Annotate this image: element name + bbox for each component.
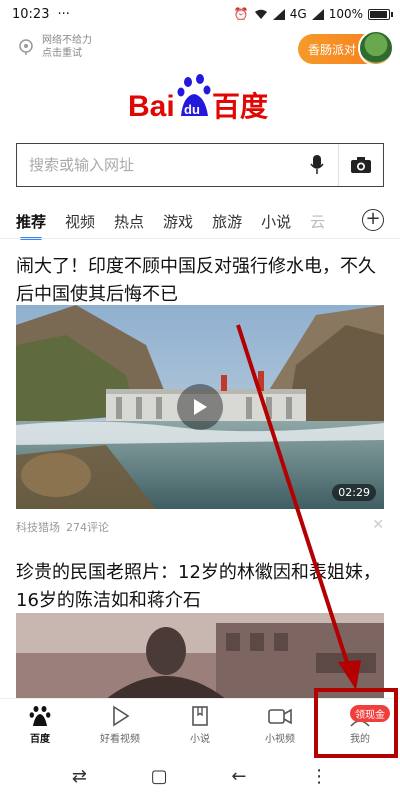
tab-travel[interactable]: 旅游 — [212, 211, 242, 232]
logo-du: du — [184, 102, 200, 117]
image-search-button[interactable] — [339, 144, 383, 186]
baidu-logo: Bai du 百度 — [128, 74, 268, 123]
network-warning-line2: 点击重试 — [42, 48, 82, 59]
menu-icon[interactable]: ⋮ — [310, 766, 328, 787]
battery-icon — [368, 8, 393, 20]
video-duration: 02:29 — [332, 484, 376, 501]
play-icon — [194, 399, 207, 415]
video-camera-icon — [268, 708, 292, 724]
network-type: 4G — [289, 7, 307, 21]
play-triangle-icon — [113, 705, 130, 726]
article-source: 科技猎场 — [16, 521, 60, 534]
baidu-paw-icon — [29, 705, 51, 726]
network-warning-text: 网络不给力 点击重试 — [42, 34, 92, 60]
status-time: 10:23 — [12, 6, 50, 22]
nav-baidu[interactable]: 百度 — [0, 699, 80, 750]
book-icon — [192, 705, 208, 726]
nav-novel[interactable]: 小说 — [160, 699, 240, 750]
battery-fill — [370, 10, 387, 18]
status-bar: 10:23 ··· ⏰ 4G 100% — [0, 0, 400, 28]
signal-icon — [272, 8, 285, 20]
signal-icon-2 — [311, 8, 324, 20]
logo-cn: 百度 — [212, 90, 268, 123]
article-title[interactable]: 闹大了！印度不顾中国反对强行修水电，不久后中国使其后悔不已 — [16, 253, 384, 309]
party-avatar-icon — [358, 30, 394, 66]
nav-short-video[interactable]: 小视频 — [240, 699, 320, 750]
nav-haokan-video[interactable]: 好看视频 — [80, 699, 160, 750]
party-button-label: 香肠派对 — [307, 42, 356, 57]
switch-apps-icon[interactable]: ⇄ — [72, 766, 87, 787]
annotation-highlight-box — [314, 688, 398, 758]
cloud-refresh-icon — [19, 39, 33, 55]
tab-recommend[interactable]: 推荐 — [16, 211, 46, 240]
nav-label-short-video: 小视频 — [265, 733, 295, 745]
status-dots: ··· — [57, 6, 70, 22]
nav-label-haokan: 好看视频 — [100, 733, 140, 745]
nav-label-novel: 小说 — [190, 733, 210, 745]
article-comments: 274评论 — [66, 521, 109, 534]
alarm-icon: ⏰ — [233, 7, 249, 21]
search-input[interactable] — [17, 156, 295, 174]
article-title[interactable]: 珍贵的民国老照片：12岁的林徽因和表姐妹，16岁的陈洁如和蒋介石 — [16, 559, 384, 615]
camera-icon — [351, 157, 371, 173]
system-navigation-bar: ⇄ ▢ ← ⋮ — [0, 752, 400, 800]
old-photo-image — [16, 613, 384, 699]
logo-bai: Bai — [128, 90, 175, 123]
battery-percent: 100% — [328, 7, 363, 21]
nav-label-baidu: 百度 — [30, 733, 50, 745]
add-tab-icon[interactable]: + — [362, 209, 384, 231]
back-icon[interactable]: ← — [231, 766, 246, 787]
tab-games[interactable]: 游戏 — [163, 211, 193, 232]
category-tabs: 推荐 视频 热点 游戏 旅游 小说 云 + — [0, 204, 400, 240]
tabs-divider — [0, 238, 400, 239]
tab-novel[interactable]: 小说 — [261, 211, 291, 232]
tab-hot[interactable]: 热点 — [114, 211, 144, 232]
search-bar[interactable] — [16, 143, 384, 187]
tab-video[interactable]: 视频 — [65, 211, 95, 232]
voice-search-button[interactable] — [295, 144, 339, 186]
sausage-party-button[interactable]: 香肠派对 — [297, 30, 394, 66]
play-button[interactable] — [177, 384, 223, 430]
network-warning[interactable]: 网络不给力 点击重试 — [16, 34, 92, 60]
article-image-thumbnail[interactable] — [16, 613, 384, 699]
article-meta: 科技猎场 274评论 — [16, 519, 109, 535]
dismiss-article-icon[interactable]: ✕ — [372, 517, 384, 533]
network-warning-line1: 网络不给力 — [42, 35, 92, 46]
article-video-thumbnail[interactable]: 02:29 — [16, 305, 384, 509]
microphone-icon — [309, 155, 324, 174]
wifi-icon — [254, 9, 267, 19]
tab-cloud[interactable]: 云 — [310, 211, 325, 232]
home-icon[interactable]: ▢ — [151, 766, 168, 787]
